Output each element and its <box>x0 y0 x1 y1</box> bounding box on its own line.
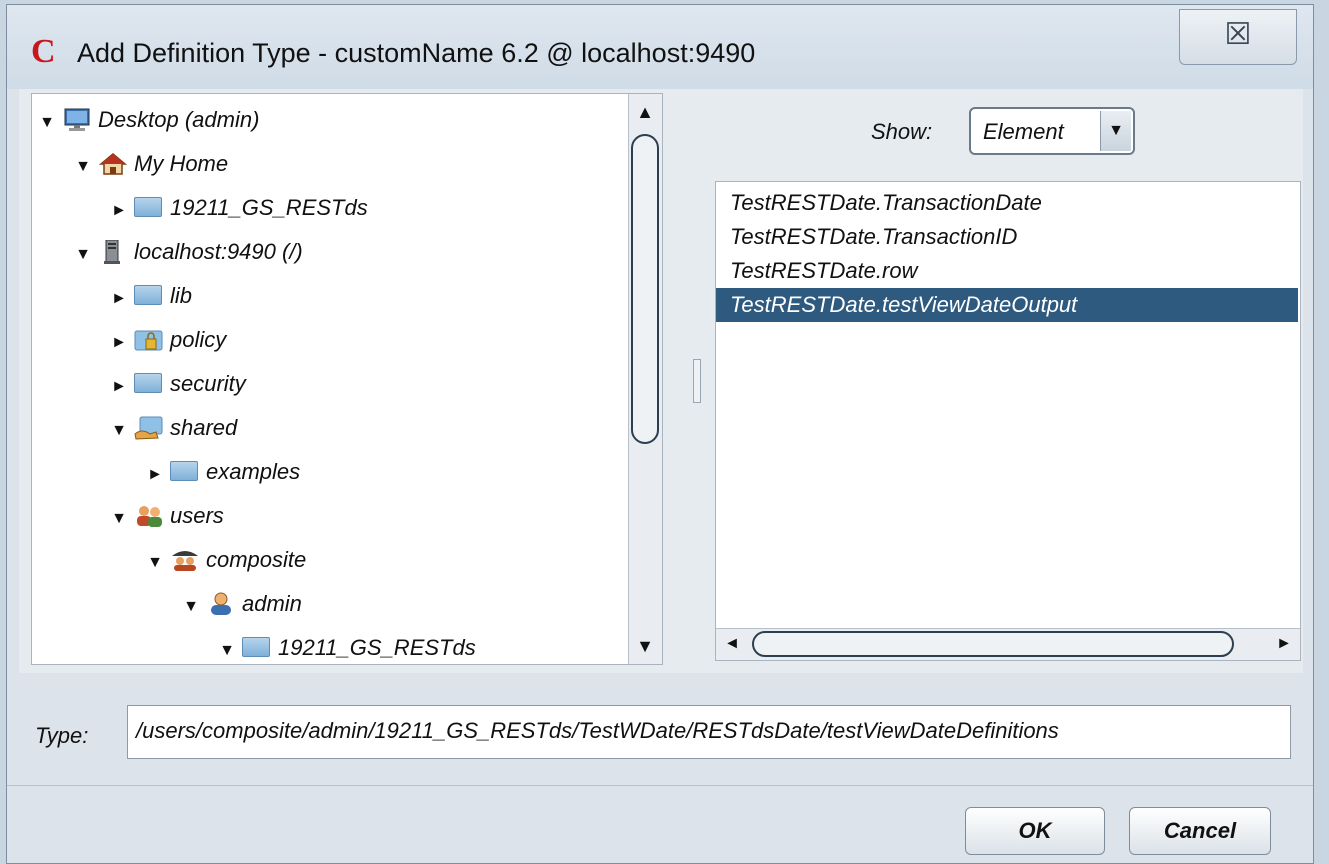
ok-button[interactable]: OK <box>965 807 1105 855</box>
tree-item-label: lib <box>170 283 193 308</box>
expand-toggle-icon[interactable]: ► <box>108 325 130 361</box>
tree-vertical-scrollbar[interactable]: ▲ ▼ <box>628 94 662 664</box>
panel-splitter-handle[interactable] <box>693 359 701 403</box>
expand-toggle-icon[interactable]: ▼ <box>180 589 202 625</box>
users-icon <box>134 503 164 528</box>
tree-item-label: shared <box>170 415 238 440</box>
scroll-down-icon[interactable]: ▼ <box>629 628 661 664</box>
list-horizontal-scrollbar[interactable]: ◄ ► <box>716 628 1300 660</box>
tree-item-desktop[interactable]: ▼ Desktop (admin) <box>36 102 259 138</box>
show-select[interactable]: Element ▼ <box>969 107 1135 155</box>
chevron-down-icon[interactable]: ▼ <box>1100 111 1131 151</box>
cancel-button[interactable]: Cancel <box>1129 807 1271 855</box>
expand-toggle-icon[interactable]: ► <box>108 193 130 229</box>
server-icon <box>98 239 128 265</box>
show-label: Show: <box>871 119 933 144</box>
tree-item-19211-gs-restds[interactable]: ► 19211_GS_RESTds <box>108 190 368 226</box>
folder-icon <box>134 283 164 307</box>
list-item-selected[interactable]: TestRESTDate.testViewDateOutput <box>716 288 1298 322</box>
expand-toggle-icon[interactable]: ▼ <box>108 413 130 449</box>
tree-item-security[interactable]: ► security <box>108 366 246 402</box>
tree-item-label: localhost:9490 (/) <box>134 239 303 264</box>
expand-toggle-icon[interactable]: ► <box>108 369 130 405</box>
close-icon: ☒ <box>1224 18 1252 51</box>
user-icon <box>206 591 236 616</box>
list-item[interactable]: TestRESTDate.TransactionDate <box>716 186 1298 220</box>
tree-item-label: admin <box>242 591 302 616</box>
tree-item-19211-gs-restds-admin[interactable]: ▼ 19211_GS_RESTds <box>216 630 476 664</box>
tree-item-label: My Home <box>134 151 229 176</box>
add-definition-type-dialog: C Add Definition Type - customName 6.2 @… <box>6 4 1314 864</box>
expand-toggle-icon[interactable]: ▼ <box>216 633 238 664</box>
tree-item-lib[interactable]: ► lib <box>108 278 192 314</box>
expand-toggle-icon[interactable]: ▼ <box>108 501 130 537</box>
tree-item-label: security <box>170 371 246 396</box>
title-bar[interactable]: C Add Definition Type - customName 6.2 @… <box>7 5 1313 89</box>
tree-item-label: 19211_GS_RESTds <box>278 635 476 660</box>
type-label: Type: <box>35 723 89 748</box>
folder-icon <box>170 459 200 483</box>
divider <box>7 785 1313 786</box>
window-title: Add Definition Type - customName 6.2 @ l… <box>77 38 756 68</box>
tree-item-policy[interactable]: ► policy <box>108 322 226 358</box>
expand-toggle-icon[interactable]: ► <box>144 457 166 493</box>
dialog-content: ▼ Desktop (admin) ▼ My Home ► 19211_GS_REST… <box>19 89 1303 673</box>
folder-icon <box>242 635 272 659</box>
folder-icon <box>134 371 164 395</box>
expand-toggle-icon[interactable]: ► <box>108 281 130 317</box>
expand-toggle-icon[interactable]: ▼ <box>144 545 166 581</box>
resource-tree[interactable]: ▼ Desktop (admin) ▼ My Home ► 19211_GS_REST… <box>31 93 663 665</box>
tree-item-my-home[interactable]: ▼ My Home <box>72 146 228 182</box>
expand-toggle-icon[interactable]: ▼ <box>72 149 94 185</box>
tree-item-users[interactable]: ▼ users <box>108 498 224 534</box>
scroll-up-icon[interactable]: ▲ <box>629 94 661 130</box>
expand-toggle-icon[interactable]: ▼ <box>36 105 58 141</box>
monitor-icon <box>62 107 92 132</box>
tree-item-label: policy <box>170 327 227 352</box>
scroll-thumb[interactable] <box>631 134 659 444</box>
tree-item-label: Desktop (admin) <box>98 107 260 132</box>
close-button[interactable]: ☒ <box>1179 9 1297 65</box>
tree-item-shared[interactable]: ▼ shared <box>108 410 237 446</box>
type-path-field[interactable]: /users/composite/admin/19211_GS_RESTds/T… <box>127 705 1291 759</box>
folder-icon <box>134 195 164 219</box>
home-icon <box>98 151 128 175</box>
tree-item-localhost[interactable]: ▼ localhost:9490 (/) <box>72 234 303 270</box>
element-list[interactable]: TestRESTDate.TransactionDate TestRESTDat… <box>715 181 1301 661</box>
list-item[interactable]: TestRESTDate.TransactionID <box>716 220 1298 254</box>
expand-toggle-icon[interactable]: ▼ <box>72 237 94 273</box>
tree-item-examples[interactable]: ► examples <box>144 454 300 490</box>
tree-item-composite[interactable]: ▼ composite <box>144 542 306 578</box>
show-selected-value: Element <box>983 119 1064 144</box>
scroll-left-icon[interactable]: ◄ <box>716 629 748 659</box>
app-logo-icon: C <box>31 33 56 70</box>
list-item[interactable]: TestRESTDate.row <box>716 254 1298 288</box>
tree-item-label: examples <box>206 459 301 484</box>
group-icon <box>170 547 200 572</box>
scroll-right-icon[interactable]: ► <box>1268 629 1300 659</box>
tree-item-label: users <box>170 503 224 528</box>
tree-item-label: composite <box>206 547 307 572</box>
tree-item-label: 19211_GS_RESTds <box>170 195 368 220</box>
shared-folder-icon <box>134 415 164 440</box>
locked-folder-icon <box>134 327 164 351</box>
scroll-thumb[interactable] <box>752 631 1234 657</box>
tree-item-admin[interactable]: ▼ admin <box>180 586 302 622</box>
